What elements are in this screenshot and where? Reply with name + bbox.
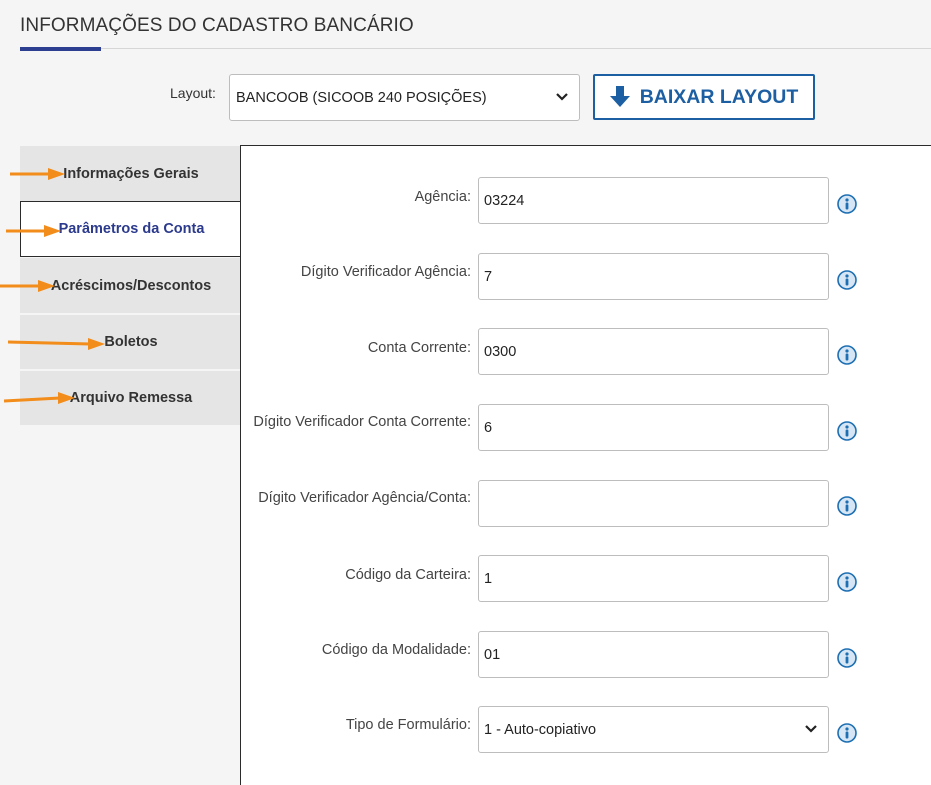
- annotation-arrow-icon: [10, 168, 65, 180]
- agencia-value: 03224: [484, 192, 525, 209]
- layout-select[interactable]: BANCOOB (SICOOB 240 POSIÇÕES): [229, 74, 580, 121]
- digito-agencia-conta-label: Dígito Verificador Agência/Conta:: [258, 490, 471, 506]
- info-icon[interactable]: [837, 496, 857, 516]
- codigo-modalidade-label: Código da Modalidade:: [321, 642, 471, 658]
- annotation-arrow-icon: [6, 225, 61, 237]
- info-icon[interactable]: [837, 723, 857, 743]
- account-parameters-panel: [240, 145, 931, 785]
- digito-agencia-label: Dígito Verificador Agência:: [300, 264, 471, 280]
- title-rule: [20, 48, 931, 49]
- info-icon[interactable]: [837, 421, 857, 441]
- digito-conta-input[interactable]: 6: [478, 404, 829, 451]
- conta-corrente-input[interactable]: 0300: [478, 328, 829, 375]
- info-icon[interactable]: [837, 270, 857, 290]
- codigo-modalidade-input[interactable]: 01: [478, 631, 829, 678]
- tab-label: Acréscimos/Descontos: [50, 277, 212, 294]
- conta-corrente-value: 0300: [484, 343, 517, 360]
- conta-corrente-label: Conta Corrente:: [367, 340, 471, 356]
- tab-label: Arquivo Remessa: [69, 390, 193, 406]
- info-icon[interactable]: [837, 572, 857, 592]
- tab-label: Boletos: [104, 334, 158, 350]
- page-title: INFORMAÇÕES DO CADASTRO BANCÁRIO: [20, 15, 414, 36]
- annotation-arrow-icon: [8, 338, 105, 350]
- digito-agencia-conta-input[interactable]: [478, 480, 829, 527]
- layout-select-value: BANCOOB (SICOOB 240 POSIÇÕES): [236, 89, 487, 106]
- digito-agencia-value: 7: [484, 268, 493, 285]
- digito-conta-value: 6: [484, 419, 493, 436]
- codigo-carteira-value: 1: [484, 570, 493, 587]
- tipo-formulario-value: 1 - Auto-copiativo: [484, 721, 597, 738]
- chevron-down-icon: [556, 93, 568, 101]
- tipo-formulario-label: Tipo de Formulário:: [345, 717, 471, 733]
- info-icon[interactable]: [837, 194, 857, 214]
- codigo-modalidade-value: 01: [484, 646, 501, 663]
- codigo-carteira-label: Código da Carteira:: [345, 567, 471, 583]
- title-underline: [20, 47, 101, 51]
- codigo-carteira-input[interactable]: 1: [478, 555, 829, 602]
- agencia-input[interactable]: 03224: [478, 177, 829, 224]
- chevron-down-icon: [805, 725, 817, 733]
- agencia-label: Agência:: [414, 189, 471, 205]
- annotation-arrow-icon: [4, 392, 75, 404]
- tipo-formulario-select[interactable]: 1 - Auto-copiativo: [478, 706, 829, 753]
- download-layout-button[interactable]: BAIXAR LAYOUT: [593, 74, 815, 120]
- download-layout-label: BAIXAR LAYOUT: [639, 85, 799, 108]
- tab-label: Informações Gerais: [63, 165, 199, 182]
- tab-label: Parâmetros da Conta: [58, 221, 205, 237]
- info-icon[interactable]: [837, 648, 857, 668]
- layout-label: Layout:: [170, 85, 216, 101]
- download-arrow-icon: [609, 86, 630, 107]
- info-icon[interactable]: [837, 345, 857, 365]
- annotation-arrow-icon: [0, 280, 55, 292]
- digito-conta-label: Dígito Verificador Conta Corrente:: [253, 414, 471, 430]
- digito-agencia-input[interactable]: 7: [478, 253, 829, 300]
